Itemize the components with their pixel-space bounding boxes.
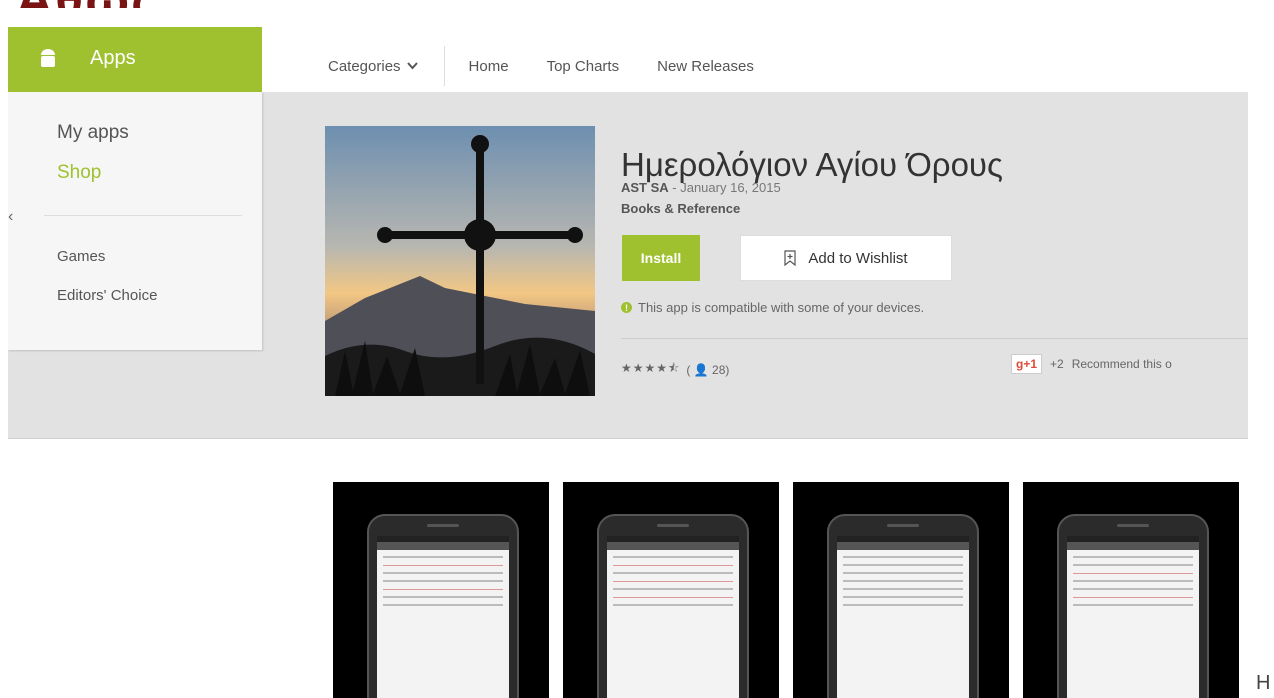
phone-mockup xyxy=(367,514,519,698)
play-store-frame: Apps Categories Home Top Charts New Rele… xyxy=(8,8,1248,698)
developer-line: AST SA - January 16, 2015 xyxy=(621,180,781,195)
screenshot-1[interactable] xyxy=(333,482,549,698)
android-icon xyxy=(41,49,55,67)
trailing-letter: H xyxy=(1256,672,1271,694)
apps-tab-label: Apps xyxy=(90,47,136,69)
gplus-button[interactable]: g+1 xyxy=(1011,354,1043,374)
compatibility-notice: ! This app is compatible with some of yo… xyxy=(621,300,924,315)
phone-mockup xyxy=(1057,514,1209,698)
apps-tab[interactable]: Apps xyxy=(8,27,262,93)
info-icon: ! xyxy=(621,302,632,313)
phone-mockup xyxy=(597,514,749,698)
sidebar-divider xyxy=(44,215,242,216)
nav-top-charts-link[interactable]: Top Charts xyxy=(547,58,620,75)
details-divider xyxy=(621,338,1248,339)
screenshot-4[interactable] xyxy=(1023,482,1239,698)
rating: ★★★★⯪ ( 👤 28) xyxy=(621,359,729,380)
bookmark-plus-icon xyxy=(784,250,796,266)
add-to-wishlist-button[interactable]: Add to Wishlist xyxy=(740,235,952,281)
release-date: - January 16, 2015 xyxy=(668,180,781,195)
app-icon xyxy=(325,126,595,396)
person-icon: 👤 xyxy=(693,362,709,377)
compatibility-text: This app is compatible with some of your… xyxy=(638,300,925,315)
sidebar-item-editors-choice[interactable]: Editors' Choice xyxy=(57,287,157,304)
rating-count: 28 xyxy=(712,362,726,377)
categories-label: Categories xyxy=(328,57,401,75)
left-arrow-icon[interactable]: ‹ xyxy=(8,208,13,226)
app-title: Ημερολόγιον Αγίου Όρους xyxy=(621,146,1003,184)
rating-count-wrapper: ( 👤 28) xyxy=(686,362,730,377)
top-bar: Apps Categories Home Top Charts New Rele… xyxy=(8,8,1248,93)
developer-link[interactable]: AST SA xyxy=(621,180,669,195)
screenshot-2[interactable] xyxy=(563,482,779,698)
sidebar-item-shop[interactable]: Shop xyxy=(57,162,101,184)
gplus-recommend: g+1 +2 Recommend this o xyxy=(1011,354,1172,374)
recommend-text: Recommend this o xyxy=(1071,357,1172,371)
top-nav: Categories Home Top Charts New Releases xyxy=(328,46,792,86)
phone-mockup xyxy=(827,514,979,698)
band-divider xyxy=(8,438,1248,439)
sidebar-item-my-apps[interactable]: My apps xyxy=(57,122,129,144)
sidebar-item-games[interactable]: Games xyxy=(57,248,105,265)
install-button[interactable]: Install xyxy=(622,235,700,281)
nav-new-releases-link[interactable]: New Releases xyxy=(657,58,754,75)
category-link[interactable]: Books & Reference xyxy=(621,201,740,216)
categories-dropdown[interactable]: Categories xyxy=(328,58,444,75)
nav-separator xyxy=(443,46,445,86)
star-rating-icon: ★★★★⯪ xyxy=(621,361,681,375)
sidebar: My apps Shop Games Editors' Choice xyxy=(8,92,262,350)
wishlist-label: Add to Wishlist xyxy=(808,249,908,267)
nav-home-link[interactable]: Home xyxy=(469,58,509,75)
chevron-down-icon xyxy=(406,62,418,70)
gplus-count: +2 xyxy=(1050,357,1064,371)
screenshot-3[interactable] xyxy=(793,482,1009,698)
